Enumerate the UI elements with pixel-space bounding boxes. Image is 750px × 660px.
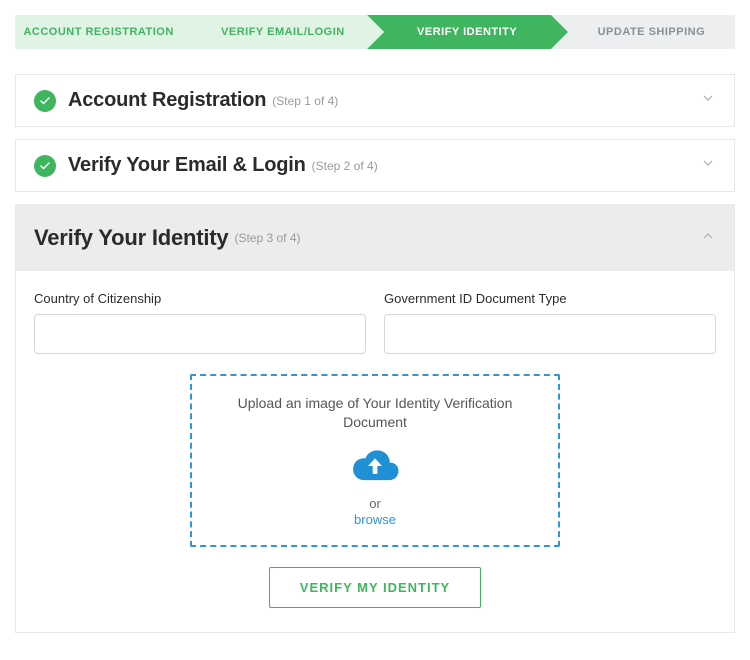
panel-verify-identity: Verify Your Identity (Step 3 of 4) Count… — [15, 204, 735, 633]
cloud-upload-icon — [350, 446, 400, 486]
panel-header[interactable]: Verify Your Email & Login (Step 2 of 4) — [16, 140, 734, 191]
chevron-up-icon — [700, 228, 716, 249]
panel-subtitle: (Step 2 of 4) — [312, 159, 378, 173]
panel-subtitle: (Step 3 of 4) — [234, 231, 300, 245]
chevron-down-icon — [700, 90, 716, 111]
step-verify-identity[interactable]: VERIFY IDENTITY — [367, 15, 551, 49]
panel-title: Verify Your Email & Login — [68, 154, 306, 177]
check-icon — [34, 90, 56, 112]
upload-or-text: or — [212, 496, 538, 511]
progress-stepper: ACCOUNT REGISTRATION VERIFY EMAIL/LOGIN … — [15, 15, 735, 49]
step-label: ACCOUNT REGISTRATION — [23, 26, 173, 38]
step-update-shipping[interactable]: UPDATE SHIPPING — [551, 15, 735, 49]
verify-identity-button[interactable]: VERIFY MY IDENTITY — [269, 567, 481, 608]
step-account-registration[interactable]: ACCOUNT REGISTRATION — [15, 15, 182, 49]
upload-prompt: Upload an image of Your Identity Verific… — [212, 394, 538, 432]
upload-dropzone[interactable]: Upload an image of Your Identity Verific… — [190, 374, 560, 547]
citizenship-input[interactable] — [34, 314, 366, 354]
browse-link[interactable]: browse — [354, 512, 396, 527]
panel-verify-email: Verify Your Email & Login (Step 2 of 4) — [15, 139, 735, 192]
panel-body: Country of Citizenship Government ID Doc… — [16, 271, 734, 632]
step-verify-email[interactable]: VERIFY EMAIL/LOGIN — [182, 15, 366, 49]
doctype-label: Government ID Document Type — [384, 291, 716, 306]
panel-header[interactable]: Account Registration (Step 1 of 4) — [16, 75, 734, 126]
panel-header[interactable]: Verify Your Identity (Step 3 of 4) — [16, 205, 734, 271]
step-label: VERIFY EMAIL/LOGIN — [221, 26, 345, 38]
check-icon — [34, 155, 56, 177]
citizenship-label: Country of Citizenship — [34, 291, 366, 306]
panel-subtitle: (Step 1 of 4) — [272, 94, 338, 108]
step-label: VERIFY IDENTITY — [417, 26, 517, 38]
panel-account-registration: Account Registration (Step 1 of 4) — [15, 74, 735, 127]
doctype-input[interactable] — [384, 314, 716, 354]
panel-title: Verify Your Identity — [34, 225, 228, 251]
panel-title: Account Registration — [68, 89, 266, 112]
chevron-down-icon — [700, 155, 716, 176]
step-label: UPDATE SHIPPING — [598, 26, 706, 38]
